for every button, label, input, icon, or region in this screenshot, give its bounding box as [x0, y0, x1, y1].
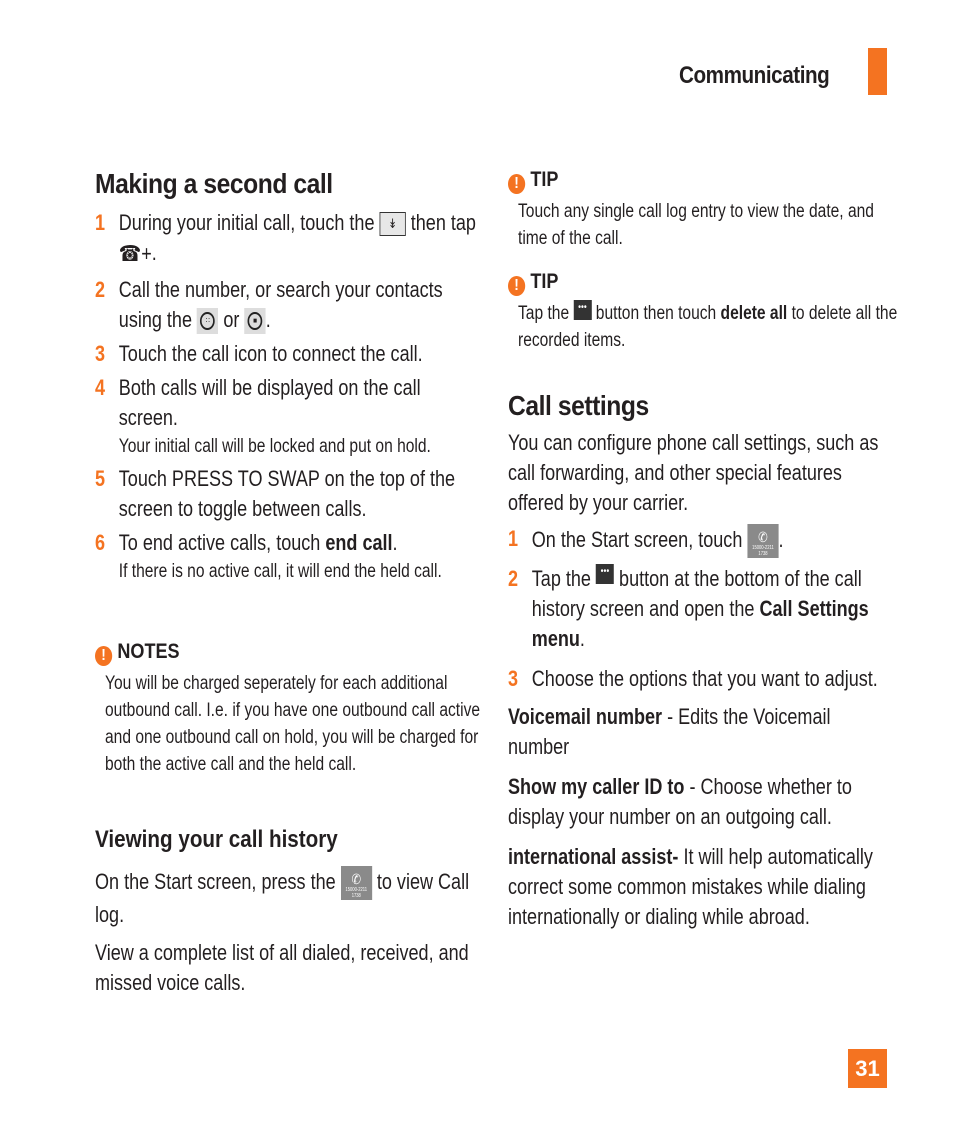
page-number: 31: [848, 1049, 887, 1088]
step-5: 5 Touch PRESS TO SWAP on the top of the …: [95, 466, 456, 522]
left-column: Making a second call 1 During your initi…: [95, 168, 480, 995]
alert-icon: !: [95, 646, 113, 666]
option-voicemail: Voicemail number - Edits the Voicemail n…: [508, 704, 831, 759]
notes-text: You will be charged seperately for each …: [105, 673, 481, 775]
step-3: 3 Touch the call icon to connect the cal…: [95, 341, 423, 367]
call-settings-intro: You can configure phone call settings, s…: [508, 430, 879, 515]
call-log-tile-icon: ✆ 15000-2211 1738: [340, 866, 372, 900]
dialpad-icon: ∷: [197, 308, 219, 335]
call-settings-steps: 1 On the Start screen, touch ✆ 15000-2211…: [508, 524, 893, 694]
right-column: ! TIP Touch any single call log entry to …: [508, 168, 897, 929]
call-history-para-2: View a complete list of all dialed, rece…: [95, 940, 469, 995]
add-call-icon: ☎+: [118, 241, 152, 267]
step-6: 6 To end active calls, touch end call. I…: [95, 528, 480, 585]
more-menu-icon: •••: [573, 300, 592, 320]
call-history-section: Viewing your call history On the Start s…: [95, 826, 480, 998]
phone-tile-icon: ✆ 15000-2211 1738: [747, 524, 779, 558]
notes-box: ! NOTES You will be charged seperately fo…: [95, 640, 480, 778]
step-1: 1 During your initial call, touch the ↡ …: [95, 208, 480, 269]
call-settings-title: Call settings: [508, 390, 649, 421]
more-menu-icon: •••: [595, 564, 615, 584]
call-history-title: Viewing your call history: [95, 826, 338, 853]
option-caller-id: Show my caller ID to - Choose whether to…: [508, 774, 852, 829]
tip-1: ! TIP Touch any single call log entry to …: [508, 168, 893, 252]
step-2: 2 Call the number, or search your contac…: [95, 275, 480, 335]
step-6-note: If there is no active call, it will end …: [118, 561, 442, 583]
section-tab-marker: [868, 48, 887, 95]
settings-step-2: 2 Tap the ••• button at the bottom of th…: [508, 564, 869, 651]
alert-icon: !: [508, 276, 526, 296]
step-4: 4 Both calls will be displayed on the ca…: [95, 373, 480, 460]
section-header: Communicating: [679, 62, 830, 89]
call-history-para-1: On the Start screen, press the ✆ 15000-22…: [95, 866, 480, 930]
call-settings-section: Call settings You can configure phone ca…: [508, 390, 893, 932]
contacts-icon: ■: [244, 308, 266, 335]
making-second-call-title: Making a second call: [95, 168, 333, 199]
settings-step-1: 1 On the Start screen, touch ✆ 15000-2211…: [508, 524, 784, 558]
tip-2: ! TIP Tap the ••• button then touch delet…: [508, 270, 897, 354]
second-call-steps: 1 During your initial call, touch the ↡ …: [95, 208, 480, 585]
alert-icon: !: [508, 174, 526, 194]
step-4-note: Your initial call will be locked and put…: [118, 436, 431, 458]
option-international-assist: international assist- It will help autom…: [508, 844, 873, 929]
expand-down-icon: ↡: [379, 212, 406, 237]
settings-step-3: 3 Choose the options that you want to ad…: [508, 666, 878, 691]
